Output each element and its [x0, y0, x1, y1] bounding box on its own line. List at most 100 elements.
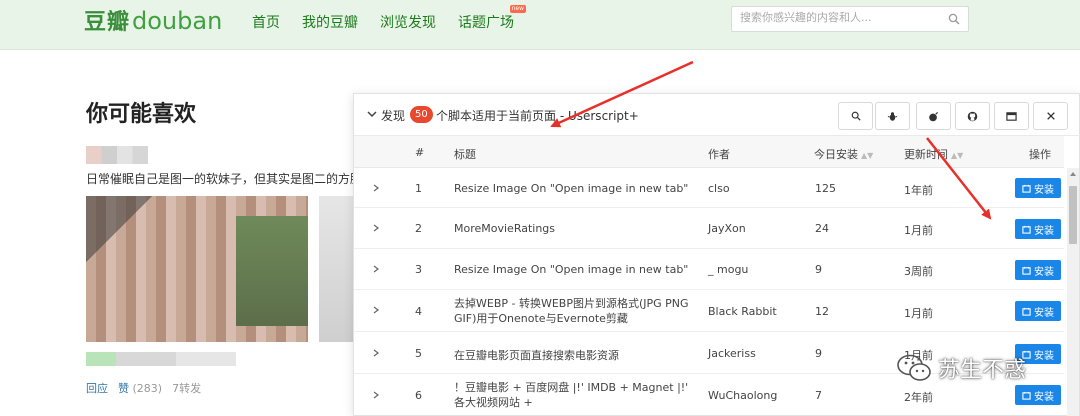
close-button[interactable] — [1033, 102, 1068, 130]
bomb-button[interactable] — [916, 102, 951, 130]
search-box — [731, 6, 969, 32]
install-button[interactable]: 安装 — [1015, 219, 1061, 239]
search-icon[interactable] — [948, 13, 960, 25]
install-label: 安装 — [1034, 266, 1054, 278]
row-title[interactable]: Resize Image On "Open image in new tab" — [454, 182, 694, 195]
chevron-right-icon[interactable] — [372, 184, 380, 192]
found-label: 发现 — [381, 109, 406, 123]
col-today-label: 今日安装 — [814, 148, 858, 161]
install-icon — [1022, 266, 1031, 275]
col-ops: 操作 — [1029, 148, 1051, 161]
col-title: 标题 — [454, 148, 476, 161]
top-nav-bar: 豆瓣 douban 首页 我的豆瓣 浏览发现 话题广场 new — [0, 0, 1080, 50]
bomb-icon — [929, 111, 939, 121]
search-button[interactable] — [838, 102, 873, 130]
install-label: 安装 — [1034, 350, 1054, 362]
install-icon — [1022, 184, 1031, 193]
github-icon — [967, 111, 978, 121]
install-icon — [1022, 391, 1031, 400]
row-title[interactable]: 去掉WEBP - 转换WEBP图片到源格式(JPG PNG GIF)用于Onen… — [454, 296, 694, 326]
post-photo-1[interactable] — [86, 196, 308, 342]
table-row[interactable]: 4 去掉WEBP - 转换WEBP图片到源格式(JPG PNG GIF)用于On… — [354, 290, 1064, 332]
col-index: # — [415, 146, 425, 159]
panel-header: 发现 50 个脚本适用于当前页面 - Userscript+ — [354, 94, 1080, 136]
install-label: 安装 — [1034, 184, 1054, 196]
row-updated: 1月前 — [904, 307, 933, 320]
bug-button[interactable] — [875, 102, 910, 130]
search-input[interactable] — [740, 11, 940, 24]
chevron-right-icon[interactable] — [372, 265, 380, 273]
table-row[interactable]: 3 Resize Image On "Open image in new tab… — [354, 249, 1064, 290]
window-button[interactable] — [994, 102, 1029, 130]
post-photo-2[interactable] — [319, 196, 355, 342]
reply-link[interactable]: 回应 — [86, 380, 108, 396]
nav-home[interactable]: 首页 — [252, 12, 280, 32]
watermark-text: 苏生不惑 — [938, 358, 1027, 383]
nav-my-douban[interactable]: 我的豆瓣 — [302, 12, 358, 32]
install-button[interactable]: 安装 — [1015, 301, 1061, 321]
row-author[interactable]: clso — [708, 182, 730, 195]
nav-topics[interactable]: 话题广场 new — [458, 5, 526, 32]
chevron-right-icon[interactable] — [372, 306, 380, 314]
row-title[interactable]: MoreMovieRatings — [454, 222, 694, 235]
table-row[interactable]: 1 Resize Image On "Open image in new tab… — [354, 168, 1064, 208]
table-header: # 标题 作者 今日安装 ▲▼ 更新时间 ▲▼ 操作 — [354, 136, 1064, 168]
install-button[interactable]: 安装 — [1015, 385, 1061, 405]
row-author[interactable]: Jackeriss — [708, 347, 756, 360]
col-updated[interactable]: 更新时间 ▲▼ — [904, 146, 963, 162]
table-row[interactable]: 2 MoreMovieRatings JayXon 24 1月前 安装 — [354, 208, 1064, 249]
repost-link[interactable]: 7转发 — [172, 380, 201, 396]
row-index: 3 — [415, 263, 422, 276]
douban-logo[interactable]: 豆瓣 douban — [84, 4, 222, 40]
install-label: 安装 — [1034, 391, 1054, 403]
row-author[interactable]: Black Rabbit — [708, 305, 777, 318]
logo-en: douban — [132, 7, 223, 35]
row-today-installs: 24 — [815, 222, 829, 235]
row-title[interactable]: Resize Image On "Open image in new tab" — [454, 263, 694, 276]
row-today-installs: 125 — [815, 182, 836, 195]
github-button[interactable] — [955, 102, 990, 130]
chevron-right-icon[interactable] — [372, 224, 380, 232]
logo-cn: 豆瓣 — [84, 10, 131, 35]
row-index: 2 — [415, 222, 422, 235]
install-label: 安装 — [1034, 307, 1054, 319]
scroll-up-icon[interactable] — [1070, 172, 1076, 176]
row-updated: 1年前 — [904, 184, 933, 197]
install-icon — [1022, 225, 1031, 234]
col-author: 作者 — [708, 148, 730, 161]
install-button[interactable]: 安装 — [1015, 178, 1061, 198]
row-title[interactable]: ！豆瓣电影 + 百度网盘 |!' IMDB + Magnet |!' 各大视频网… — [454, 380, 694, 410]
nav-explore[interactable]: 浏览发现 — [380, 12, 436, 32]
install-button[interactable]: 安装 — [1015, 260, 1061, 280]
wechat-icon — [897, 354, 931, 381]
bug-icon — [887, 111, 898, 121]
post-description: 日常催眠自己是图一的软妹子，但其实是图二的方脸阿 — [86, 172, 356, 186]
chevron-right-icon[interactable] — [372, 349, 380, 357]
sort-icon: ▲▼ — [861, 151, 874, 160]
like-link[interactable]: 赞 (283) — [118, 380, 162, 396]
install-label: 安装 — [1034, 225, 1054, 237]
close-icon — [1046, 112, 1055, 120]
like-label: 赞 — [118, 382, 129, 395]
row-title[interactable]: 在豆瓣电影页面直接搜索电影资源 — [454, 347, 694, 363]
blurred-avatar — [86, 146, 148, 164]
row-today-installs: 9 — [815, 263, 822, 276]
col-updated-label: 更新时间 — [904, 148, 948, 161]
row-today-installs: 7 — [815, 389, 822, 402]
row-today-installs: 12 — [815, 305, 829, 318]
new-badge: new — [509, 5, 526, 13]
window-icon — [1006, 111, 1017, 121]
panel-scrollbar[interactable] — [1067, 168, 1079, 416]
row-author[interactable]: _ mogu — [708, 263, 748, 276]
row-index: 4 — [415, 305, 422, 318]
row-updated: 3周前 — [904, 265, 933, 278]
row-updated: 1月前 — [904, 224, 933, 237]
page-heading: 你可能喜欢 — [86, 102, 197, 127]
row-author[interactable]: WuChaolong — [708, 389, 777, 402]
chevron-down-icon[interactable] — [366, 108, 378, 120]
row-author[interactable]: JayXon — [708, 222, 746, 235]
scroll-thumb[interactable] — [1069, 186, 1077, 244]
col-today-installs[interactable]: 今日安装 ▲▼ — [814, 146, 873, 162]
post-actions: 回应 赞 (283) 7转发 — [86, 380, 201, 396]
chevron-right-icon[interactable] — [372, 391, 380, 399]
